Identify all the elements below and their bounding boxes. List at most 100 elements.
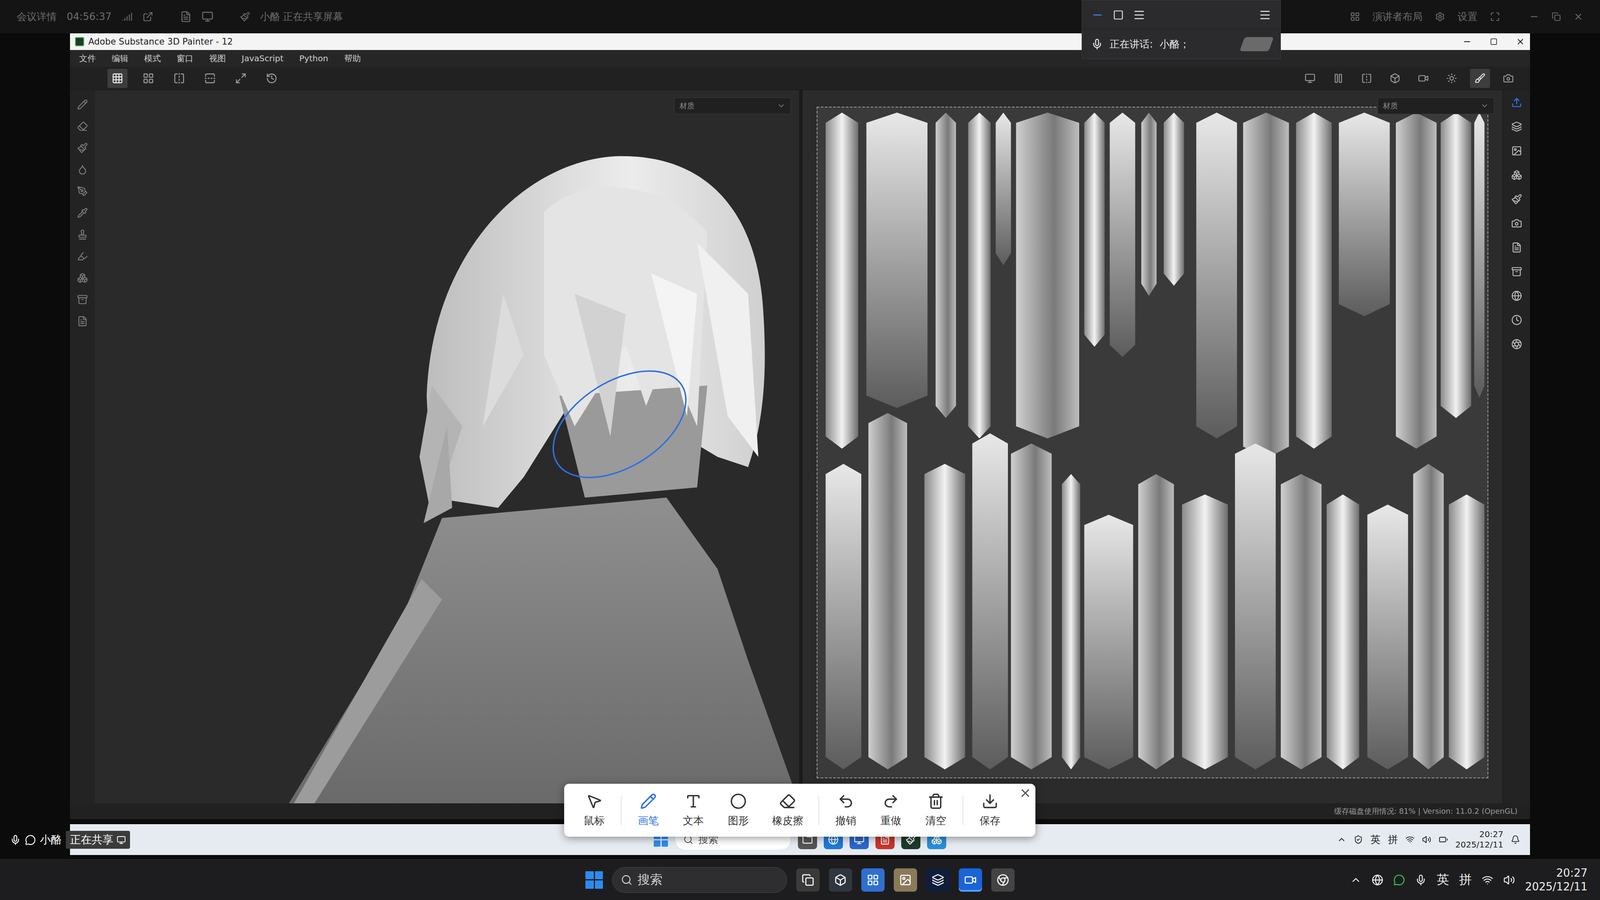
security-icon[interactable] bbox=[1353, 835, 1363, 845]
paint-tool-icon[interactable] bbox=[77, 99, 88, 110]
windows-logo-icon[interactable] bbox=[585, 871, 603, 889]
ime-indicator[interactable]: 英 bbox=[1436, 871, 1450, 889]
toolbar-button[interactable] bbox=[1441, 68, 1462, 88]
restore-icon[interactable] bbox=[1551, 12, 1561, 22]
toolbar-button[interactable] bbox=[1413, 68, 1434, 88]
toolbar-button[interactable] bbox=[1498, 68, 1519, 88]
annotation-tool[interactable]: 鼠标 bbox=[573, 792, 615, 828]
list-icon[interactable] bbox=[1132, 8, 1146, 22]
annotation-tool[interactable]: 橡皮擦 bbox=[762, 792, 813, 828]
doc-icon[interactable] bbox=[180, 10, 192, 23]
app-icon[interactable] bbox=[828, 868, 853, 892]
fullscreen-icon[interactable] bbox=[1490, 11, 1500, 22]
panel-button[interactable] bbox=[1508, 312, 1525, 328]
paint-tool-icon[interactable] bbox=[77, 272, 88, 284]
settings-button[interactable]: 设置 bbox=[1457, 10, 1478, 24]
menu-item[interactable]: 编辑 bbox=[111, 52, 129, 65]
wifi-icon[interactable] bbox=[1405, 835, 1415, 845]
tray-expand-icon[interactable] bbox=[1350, 874, 1362, 886]
menu-item[interactable]: 文件 bbox=[79, 52, 96, 65]
toolbar-button[interactable] bbox=[200, 68, 220, 88]
toolbar-button[interactable] bbox=[107, 68, 128, 88]
paint-tool-icon[interactable] bbox=[77, 164, 88, 175]
viewport-dropdown[interactable]: 材质 bbox=[1377, 97, 1495, 115]
wifi-icon[interactable] bbox=[1481, 874, 1494, 886]
viewport-3d[interactable]: 材质 bbox=[95, 90, 800, 804]
settings-icon[interactable] bbox=[1435, 11, 1445, 22]
app-icon[interactable] bbox=[991, 868, 1015, 892]
toolbar-button[interactable] bbox=[1385, 68, 1405, 88]
app-icon[interactable] bbox=[893, 868, 918, 892]
viewport-divider[interactable] bbox=[799, 90, 803, 804]
sync-icon[interactable] bbox=[1371, 874, 1384, 886]
toolbar-button[interactable] bbox=[1300, 68, 1320, 88]
panel-button[interactable] bbox=[1508, 240, 1525, 255]
app-icon[interactable] bbox=[958, 868, 983, 892]
paint-tool-icon[interactable] bbox=[77, 229, 88, 240]
minimize-icon[interactable] bbox=[1091, 8, 1104, 22]
taskbar-clock[interactable]: 20:272025/12/11 bbox=[1525, 866, 1588, 894]
panel-button[interactable] bbox=[1508, 119, 1525, 135]
menu-item[interactable]: 视图 bbox=[209, 52, 226, 65]
close-icon[interactable] bbox=[1573, 11, 1584, 22]
menu-item[interactable]: 模式 bbox=[144, 52, 161, 65]
paint-tool-icon[interactable] bbox=[77, 250, 88, 262]
window-icon[interactable] bbox=[1112, 9, 1124, 21]
ime-indicator[interactable]: 英 bbox=[1370, 832, 1381, 847]
annotation-tool[interactable]: 清空 bbox=[915, 792, 957, 828]
maximize-icon[interactable] bbox=[1490, 37, 1498, 46]
paint-tool-icon[interactable] bbox=[77, 315, 88, 327]
mic-icon[interactable] bbox=[1415, 874, 1427, 886]
toolbar-button[interactable] bbox=[138, 68, 159, 88]
panel-button[interactable] bbox=[1508, 95, 1525, 110]
app-icon[interactable] bbox=[861, 868, 885, 892]
panel-button[interactable] bbox=[1508, 143, 1525, 159]
menu-item[interactable]: 窗口 bbox=[176, 52, 194, 65]
paint-tool-icon[interactable] bbox=[77, 207, 88, 219]
layout-button[interactable]: 演讲者布局 bbox=[1372, 10, 1423, 24]
toolbar-button[interactable] bbox=[169, 68, 190, 88]
panel-button[interactable] bbox=[1508, 191, 1525, 207]
ime-indicator[interactable]: 拼 bbox=[1387, 832, 1398, 847]
annotation-tool[interactable]: 重做 bbox=[870, 792, 912, 828]
paint-tool-icon[interactable] bbox=[77, 120, 88, 132]
annotation-tool[interactable]: 保存 bbox=[969, 792, 1011, 828]
annotation-tool[interactable]: 文本 bbox=[672, 792, 715, 828]
annotation-tool[interactable]: 图形 bbox=[717, 792, 760, 828]
speaking-panel[interactable]: 正在讲话:小酪； bbox=[1081, 0, 1281, 60]
toolbar-button[interactable] bbox=[1356, 68, 1377, 88]
minimize-icon[interactable] bbox=[1529, 11, 1540, 22]
hair-model-drawing[interactable] bbox=[95, 90, 800, 804]
toolbar-button[interactable] bbox=[1328, 68, 1349, 88]
ime-indicator[interactable]: 拼 bbox=[1459, 871, 1472, 889]
panel-button[interactable] bbox=[1508, 215, 1525, 231]
annotation-tool[interactable]: 撤销 bbox=[825, 792, 867, 828]
close-icon[interactable] bbox=[1515, 37, 1525, 47]
taskbar-search[interactable]: 搜索 bbox=[612, 867, 788, 893]
toolbar-button[interactable] bbox=[230, 68, 251, 88]
layout-icon[interactable] bbox=[1350, 11, 1360, 22]
menu-icon[interactable] bbox=[1258, 8, 1272, 22]
app-icon[interactable] bbox=[796, 868, 820, 892]
minimize-icon[interactable] bbox=[1462, 37, 1472, 47]
menu-item[interactable]: Python bbox=[299, 53, 328, 64]
volume-icon[interactable] bbox=[1503, 874, 1515, 886]
screen-icon[interactable] bbox=[201, 10, 214, 23]
panel-button[interactable] bbox=[1508, 288, 1525, 304]
annotation-close[interactable]: × bbox=[1019, 785, 1032, 800]
external-icon[interactable] bbox=[142, 11, 154, 23]
panel-button[interactable] bbox=[1508, 336, 1525, 352]
annotation-tool[interactable]: 画笔 bbox=[627, 792, 670, 828]
volume-icon[interactable] bbox=[1422, 835, 1432, 845]
toolbar-button[interactable] bbox=[1470, 68, 1490, 88]
tray-expand-icon[interactable] bbox=[1337, 835, 1347, 845]
viewport-dropdown[interactable]: 材质 bbox=[674, 97, 791, 115]
menu-item[interactable]: JavaScript bbox=[241, 53, 284, 64]
menu-item[interactable]: 帮助 bbox=[344, 52, 361, 65]
viewport-2d[interactable]: 材质 bbox=[802, 90, 1503, 804]
panel-button[interactable] bbox=[1508, 167, 1525, 183]
meeting-details[interactable]: 会议详情 bbox=[16, 10, 57, 24]
paint-tool-icon[interactable] bbox=[77, 142, 88, 154]
toolbar-button[interactable] bbox=[261, 68, 282, 88]
app-icon[interactable] bbox=[926, 868, 950, 892]
